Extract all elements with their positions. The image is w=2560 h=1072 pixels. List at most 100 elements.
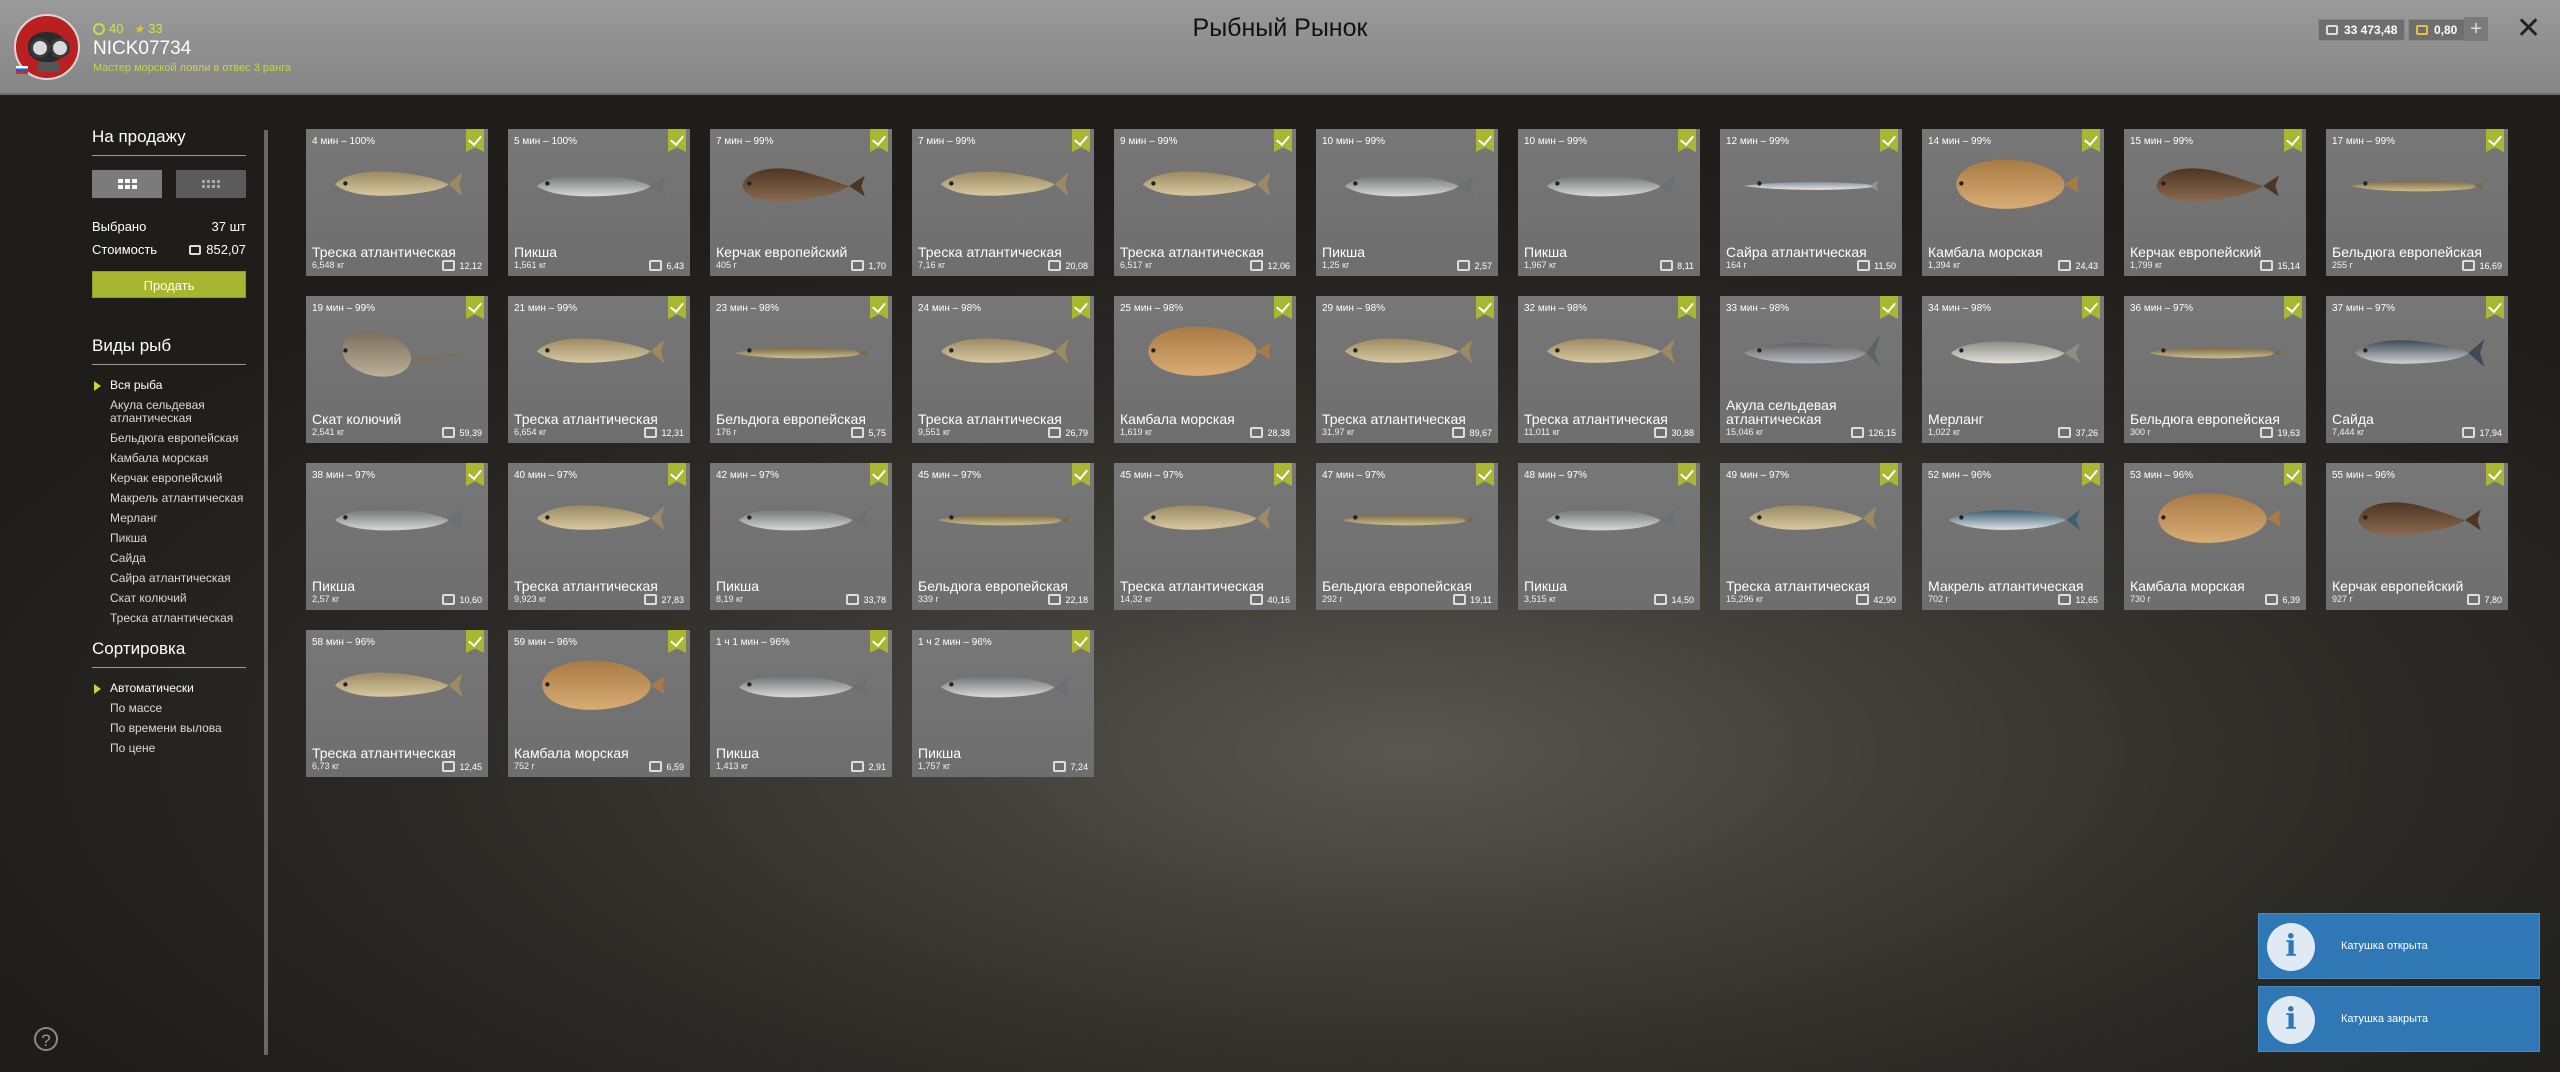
species-filter-item[interactable]: Треска атлантическая (92, 612, 246, 625)
species-filter-item[interactable]: Вся рыба (92, 379, 246, 392)
fish-card[interactable]: 36 мин – 97% Бельдюга европейская 300 г 19,… (2124, 296, 2306, 443)
fish-card[interactable]: 48 мин – 97% Пикша 3,515 кг 14,50 (1518, 463, 1700, 610)
fish-card[interactable]: 45 мин – 97% Бельдюга европейская 339 г 22,… (912, 463, 1094, 610)
fish-card[interactable]: 1 ч 1 мин – 96% Пикша 1,413 кг 2,91 (710, 630, 892, 777)
fish-card[interactable]: 34 мин – 98% Мерланг 1,022 кг 37,26 (1922, 296, 2104, 443)
sort-option-item[interactable]: По массе (92, 702, 246, 715)
checkmark-icon[interactable] (466, 129, 484, 152)
fish-card[interactable]: 59 мин – 96% Камбала морская 752 г 6,59 (508, 630, 690, 777)
checkmark-icon[interactable] (466, 296, 484, 319)
fish-card[interactable]: 42 мин – 97% Пикша 8,19 кг 33,78 (710, 463, 892, 610)
species-filter-item[interactable]: Керчак европейский (92, 472, 246, 485)
checkmark-icon[interactable] (2284, 296, 2302, 319)
fish-card[interactable]: 53 мин – 96% Камбала морская 730 г 6,39 (2124, 463, 2306, 610)
fish-card[interactable]: 15 мин – 99% Керчак европейский 1,799 кг 15… (2124, 129, 2306, 276)
checkmark-icon[interactable] (2486, 129, 2504, 152)
checkmark-icon[interactable] (2082, 296, 2100, 319)
checkmark-icon[interactable] (870, 296, 888, 319)
fish-card[interactable]: 4 мин – 100% Треска атлантическая 6,548 кг… (306, 129, 488, 276)
checkmark-icon[interactable] (1072, 463, 1090, 486)
fish-card[interactable]: 24 мин – 98% Треска атлантическая 9,551 кг… (912, 296, 1094, 443)
help-button[interactable]: ? (34, 1027, 58, 1051)
fish-card[interactable]: 32 мин – 98% Треска атлантическая 11,011 к… (1518, 296, 1700, 443)
checkmark-icon[interactable] (1678, 463, 1696, 486)
checkmark-icon[interactable] (1274, 296, 1292, 319)
checkmark-icon[interactable] (668, 129, 686, 152)
haddock-fish-image (1546, 507, 1677, 533)
fish-card[interactable]: 10 мин – 99% Пикша 1,967 кг 8,11 (1518, 129, 1700, 276)
fish-card[interactable]: 5 мин – 100% Пикша 1,561 кг 6,43 (508, 129, 690, 276)
fish-card[interactable]: 21 мин – 99% Треска атлантическая 6,654 кг… (508, 296, 690, 443)
fish-card[interactable]: 17 мин – 99% Бельдюга европейская 255 г 16,… (2326, 129, 2508, 276)
checkmark-icon[interactable] (870, 129, 888, 152)
species-filter-item[interactable]: Сайда (92, 552, 246, 565)
notification-reel-opened[interactable]: i Катушка открыта (2258, 913, 2540, 979)
fish-card[interactable]: 58 мин – 96% Треска атлантическая 6,73 кг 1… (306, 630, 488, 777)
checkmark-icon[interactable] (1274, 129, 1292, 152)
checkmark-icon[interactable] (1880, 463, 1898, 486)
fish-card[interactable]: 49 мин – 97% Треска атлантическая 15,296 к… (1720, 463, 1902, 610)
sort-option-item[interactable]: По цене (92, 742, 246, 755)
fish-card[interactable]: 23 мин – 98% Бельдюга европейская 176 г 5,7… (710, 296, 892, 443)
checkmark-icon[interactable] (1678, 296, 1696, 319)
checkmark-icon[interactable] (2284, 129, 2302, 152)
fish-card[interactable]: 47 мин – 97% Бельдюга европейская 292 г 19,… (1316, 463, 1498, 610)
checkmark-icon[interactable] (1476, 463, 1494, 486)
species-filter-item[interactable]: Мерланг (92, 512, 246, 525)
fish-card[interactable]: 1 ч 2 мин – 96% Пикша 1,757 кг 7,24 (912, 630, 1094, 777)
checkmark-icon[interactable] (1072, 296, 1090, 319)
fish-card[interactable]: 9 мин – 99% Треска атлантическая 6,517 кг 1… (1114, 129, 1296, 276)
checkmark-icon[interactable] (2082, 463, 2100, 486)
fish-card[interactable]: 52 мин – 96% Макрель атлантическая 702 г 12… (1922, 463, 2104, 610)
sell-button[interactable]: Продать (92, 271, 246, 298)
sort-option-item[interactable]: Автоматически (92, 682, 246, 695)
fish-card[interactable]: 7 мин – 99% Керчак европейский 405 г 1,70 (710, 129, 892, 276)
fish-card[interactable]: 38 мин – 97% Пикша 2,57 кг 10,60 (306, 463, 488, 610)
close-button[interactable]: ✕ (2516, 14, 2541, 44)
checkmark-icon[interactable] (1880, 129, 1898, 152)
checkmark-icon[interactable] (466, 630, 484, 653)
checkmark-icon[interactable] (2082, 129, 2100, 152)
fish-card[interactable]: 12 мин – 99% Сайра атлантическая 164 г 11,5… (1720, 129, 1902, 276)
species-filter-item[interactable]: Бельдюга европейская (92, 432, 246, 445)
checkmark-icon[interactable] (2486, 296, 2504, 319)
species-filter-item[interactable]: Пикша (92, 532, 246, 545)
fish-card[interactable]: 29 мин – 98% Треска атлантическая 31,97 кг… (1316, 296, 1498, 443)
checkmark-icon[interactable] (668, 630, 686, 653)
checkmark-icon[interactable] (1476, 296, 1494, 319)
fish-card[interactable]: 14 мин – 99% Камбала морская 1,394 кг 24,43 (1922, 129, 2104, 276)
checkmark-icon[interactable] (1072, 129, 1090, 152)
checkmark-icon[interactable] (1678, 129, 1696, 152)
fish-card[interactable]: 7 мин – 99% Треска атлантическая 7,16 кг 20… (912, 129, 1094, 276)
checkmark-icon[interactable] (2486, 463, 2504, 486)
species-filter-item[interactable]: Камбала морская (92, 452, 246, 465)
fish-card[interactable]: 45 мин – 97% Треска атлантическая 14,32 кг… (1114, 463, 1296, 610)
species-filter-item[interactable]: Акула сельдевая атлантическая (92, 399, 246, 425)
checkmark-icon[interactable] (870, 630, 888, 653)
fish-card[interactable]: 33 мин – 98% Акула сельдевая атлантическа… (1720, 296, 1902, 443)
checkmark-icon[interactable] (668, 296, 686, 319)
small-grid-view-button[interactable] (176, 170, 246, 198)
checkmark-icon[interactable] (466, 463, 484, 486)
fish-card[interactable]: 25 мин – 98% Камбала морская 1,619 кг 28,38 (1114, 296, 1296, 443)
notification-reel-closed[interactable]: i Катушка закрыта (2258, 986, 2540, 1052)
species-filter-item[interactable]: Сайра атлантическая (92, 572, 246, 585)
checkmark-icon[interactable] (1274, 463, 1292, 486)
fish-card[interactable]: 40 мин – 97% Треска атлантическая 9,923 кг… (508, 463, 690, 610)
checkmark-icon[interactable] (668, 463, 686, 486)
fish-card[interactable]: 55 мин – 96% Керчак европейский 927 г 7,80 (2326, 463, 2508, 610)
checkmark-icon[interactable] (1072, 630, 1090, 653)
silver-coin-icon (2058, 427, 2072, 438)
fish-card[interactable]: 37 мин – 97% Сайда 7,444 кг 17,94 (2326, 296, 2508, 443)
large-grid-view-button[interactable] (92, 170, 162, 198)
checkmark-icon[interactable] (2284, 463, 2302, 486)
sort-option-item[interactable]: По времени вылова (92, 722, 246, 735)
fish-card[interactable]: 10 мин – 99% Пикша 1,25 кг 2,57 (1316, 129, 1498, 276)
species-filter-item[interactable]: Скат колючий (92, 592, 246, 605)
species-filter-item[interactable]: Макрель атлантическая (92, 492, 246, 505)
checkmark-icon[interactable] (870, 463, 888, 486)
fish-card[interactable]: 19 мин – 99% Скат колючий 2,541 кг 59,39 (306, 296, 488, 443)
checkmark-icon[interactable] (1476, 129, 1494, 152)
checkmark-icon[interactable] (1880, 296, 1898, 319)
add-funds-button[interactable]: + (2464, 17, 2488, 41)
